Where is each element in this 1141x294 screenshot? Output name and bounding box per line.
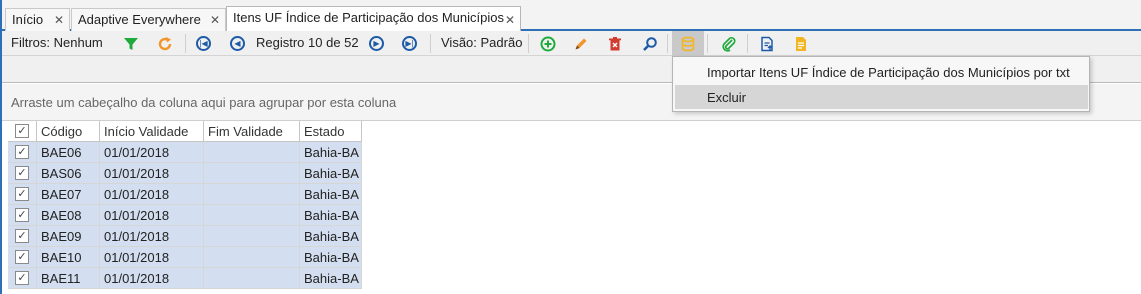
row-select-cell[interactable]: ✓ — [8, 226, 37, 247]
cell-estado[interactable]: Bahia-BA — [300, 226, 362, 247]
database-dropdown-menu: Importar Itens UF Índice de Participação… — [672, 56, 1090, 112]
toolbar-separator — [185, 34, 186, 53]
cell-estado[interactable]: Bahia-BA — [300, 142, 362, 163]
row-checkbox[interactable]: ✓ — [15, 145, 29, 159]
close-icon[interactable]: ✕ — [210, 13, 220, 27]
column-header-inicio-validade[interactable]: Início Validade — [100, 121, 204, 142]
cell-inicio-validade[interactable]: 01/01/2018 — [100, 163, 204, 184]
row-checkbox[interactable]: ✓ — [15, 271, 29, 285]
cell-fim-validade[interactable] — [204, 205, 300, 226]
cell-codigo[interactable]: BAE06 — [37, 142, 100, 163]
attachment-clip-icon[interactable] — [719, 34, 738, 53]
column-header-estado[interactable]: Estado — [300, 121, 362, 142]
cell-fim-validade[interactable] — [204, 268, 300, 289]
cell-inicio-validade[interactable]: 01/01/2018 — [100, 205, 204, 226]
row-select-cell[interactable]: ✓ — [8, 184, 37, 205]
record-counter: Registro 10 de 52 — [256, 35, 359, 50]
search-magnifier-icon[interactable] — [640, 34, 659, 53]
select-all-checkbox[interactable]: ✓ — [15, 124, 29, 138]
tab-label: Início — [12, 12, 44, 27]
add-icon[interactable] — [538, 34, 557, 53]
column-header-codigo[interactable]: Código — [37, 121, 100, 142]
previous-record-icon[interactable]: ◀ — [228, 34, 247, 53]
cell-inicio-validade[interactable]: 01/01/2018 — [100, 247, 204, 268]
group-by-hint: Arraste um cabeçalho da coluna aqui para… — [11, 95, 397, 110]
cell-codigo[interactable]: BAE07 — [37, 184, 100, 205]
edit-pencil-icon[interactable] — [571, 34, 590, 53]
toolbar-separator — [707, 34, 708, 53]
row-checkbox[interactable]: ✓ — [15, 250, 29, 264]
cell-inicio-validade[interactable]: 01/01/2018 — [100, 268, 204, 289]
cell-inicio-validade[interactable]: 01/01/2018 — [100, 226, 204, 247]
database-icon[interactable] — [672, 31, 704, 56]
tab-label: Adaptive Everywhere — [78, 12, 201, 27]
toolbar-separator — [667, 34, 668, 53]
row-select-cell[interactable]: ✓ — [8, 205, 37, 226]
cell-codigo[interactable]: BAE10 — [37, 247, 100, 268]
next-record-icon[interactable]: ▶ — [367, 34, 386, 53]
toolbar: Filtros: Nenhum |◀ ◀ Registro 10 de 52 ▶… — [2, 31, 1141, 56]
row-select-cell[interactable]: ✓ — [8, 268, 37, 289]
view-label[interactable]: Visão: Padrão — [441, 35, 522, 50]
tab-inicio[interactable]: Início ✕ — [5, 8, 70, 31]
cell-codigo[interactable]: BAE11 — [37, 268, 100, 289]
cell-estado[interactable]: Bahia-BA — [300, 184, 362, 205]
row-checkbox[interactable]: ✓ — [15, 229, 29, 243]
cell-inicio-validade[interactable]: 01/01/2018 — [100, 142, 204, 163]
cell-fim-validade[interactable] — [204, 226, 300, 247]
row-checkbox[interactable]: ✓ — [15, 166, 29, 180]
column-header-fim-validade[interactable]: Fim Validade — [204, 121, 300, 142]
row-select-cell[interactable]: ✓ — [8, 142, 37, 163]
tab-strip: Início ✕ Adaptive Everywhere ✕ Itens UF … — [2, 0, 1141, 32]
row-checkbox[interactable]: ✓ — [15, 187, 29, 201]
cell-fim-validade[interactable] — [204, 163, 300, 184]
app-window: Início ✕ Adaptive Everywhere ✕ Itens UF … — [0, 0, 1141, 294]
cell-inicio-validade[interactable]: 01/01/2018 — [100, 184, 204, 205]
cell-codigo[interactable]: BAE08 — [37, 205, 100, 226]
tab-adaptive-everywhere[interactable]: Adaptive Everywhere ✕ — [71, 8, 226, 31]
cell-estado[interactable]: Bahia-BA — [300, 247, 362, 268]
funnel-icon[interactable] — [121, 34, 140, 53]
cell-fim-validade[interactable] — [204, 184, 300, 205]
menu-item-excluir[interactable]: Excluir — [675, 85, 1088, 109]
menu-item-importar-txt[interactable]: Importar Itens UF Índice de Participação… — [675, 60, 1088, 84]
cell-estado[interactable]: Bahia-BA — [300, 163, 362, 184]
tab-label: Itens UF Índice de Participação dos Muni… — [233, 10, 504, 25]
cell-codigo[interactable]: BAE09 — [37, 226, 100, 247]
select-all-cell[interactable]: ✓ — [8, 121, 37, 142]
row-select-cell[interactable]: ✓ — [8, 247, 37, 268]
toolbar-separator — [430, 34, 431, 53]
close-icon[interactable]: ✕ — [54, 13, 64, 27]
cell-estado[interactable]: Bahia-BA — [300, 268, 362, 289]
cell-estado[interactable]: Bahia-BA — [300, 205, 362, 226]
cell-codigo[interactable]: BAS06 — [37, 163, 100, 184]
row-checkbox[interactable]: ✓ — [15, 208, 29, 222]
last-record-icon[interactable]: ▶| — [400, 34, 419, 53]
close-icon[interactable]: ✕ — [505, 13, 515, 27]
tab-itens-uf[interactable]: Itens UF Índice de Participação dos Muni… — [226, 6, 521, 32]
toolbar-separator — [747, 34, 748, 53]
row-select-cell[interactable]: ✓ — [8, 163, 37, 184]
filters-label[interactable]: Filtros: Nenhum — [11, 35, 103, 50]
delete-trash-icon[interactable] — [605, 34, 624, 53]
export-document-icon[interactable] — [757, 34, 776, 53]
toolbar-separator — [528, 34, 529, 53]
cell-fim-validade[interactable] — [204, 247, 300, 268]
cell-fim-validade[interactable] — [204, 142, 300, 163]
first-record-icon[interactable]: |◀ — [194, 34, 213, 53]
report-document-icon[interactable] — [791, 34, 810, 53]
refresh-icon[interactable] — [155, 34, 174, 53]
